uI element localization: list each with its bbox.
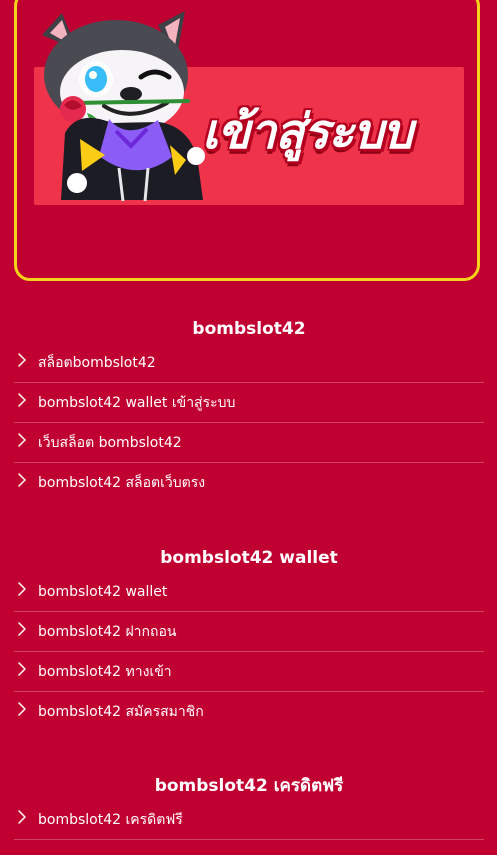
section-bombslot42-wallet: bombslot42 wallet bombslot42 wallet bomb… [14,544,484,732]
menu-item-label: bombslot42 wallet [38,583,168,600]
chevron-right-icon [18,662,26,676]
menu-item[interactable]: bombslot42 สล็อตเว็บตรง [14,463,484,503]
chevron-right-icon [18,810,26,824]
chevron-right-icon [18,582,26,596]
section-title: bombslot42 [192,319,306,339]
menu-item[interactable]: bombslot42 เครดิตฟรี [14,800,484,840]
menu-list: bombslot42 เครดิตฟรี [14,800,484,840]
menu-item[interactable]: bombslot42 wallet [14,572,484,612]
menu-item[interactable]: สล็อตbombslot42 [14,343,484,383]
menu-item[interactable]: bombslot42 ทางเข้า [14,652,484,692]
menu-item-label: bombslot42 สมัครสมาชิก [38,704,204,720]
chevron-right-icon [18,433,26,447]
chevron-right-icon [18,353,26,367]
menu-list: bombslot42 wallet bombslot42 ฝากถอน bomb… [14,572,484,732]
menu-item-label: bombslot42 สล็อตเว็บตรง [38,475,206,491]
menu-item-label: bombslot42 เครดิตฟรี [38,811,183,828]
menu-item[interactable]: bombslot42 สมัครสมาชิก [14,692,484,732]
menu-item[interactable]: bombslot42 ฝากถอน [14,612,484,652]
menu-item[interactable]: bombslot42 wallet เข้าสู่ระบบ [14,383,484,423]
menu-item-label: bombslot42 ฝากถอน [38,623,177,640]
menu-item-label: สล็อตbombslot42 [38,354,156,371]
section-title: bombslot42 เครดิตฟรี [154,776,344,796]
section-bombslot42: bombslot42 สล็อตbombslot42 bombslot42 wa… [14,315,484,503]
menu-list: สล็อตbombslot42 bombslot42 wallet เข้าสู… [14,343,484,503]
wolf-mascot-icon [42,11,205,202]
menu-item-label: bombslot42 wallet เข้าสู่ระบบ [38,394,236,411]
chevron-right-icon [18,473,26,487]
menu-item[interactable]: เว็บสล็อต bombslot42 [14,423,484,463]
section-bombslot42-free-credit: bombslot42 เครดิตฟรี bombslot42 เครดิตฟร… [14,772,484,840]
chevron-right-icon [18,622,26,636]
chevron-right-icon [18,393,26,407]
menu-item-label: bombslot42 ทางเข้า [38,663,172,680]
login-banner-text: เข้าสู่ระบบ [202,104,413,160]
section-title: bombslot42 wallet [160,548,338,568]
chevron-right-icon [18,702,26,716]
menu-item-label: เว็บสล็อต bombslot42 [38,434,182,451]
